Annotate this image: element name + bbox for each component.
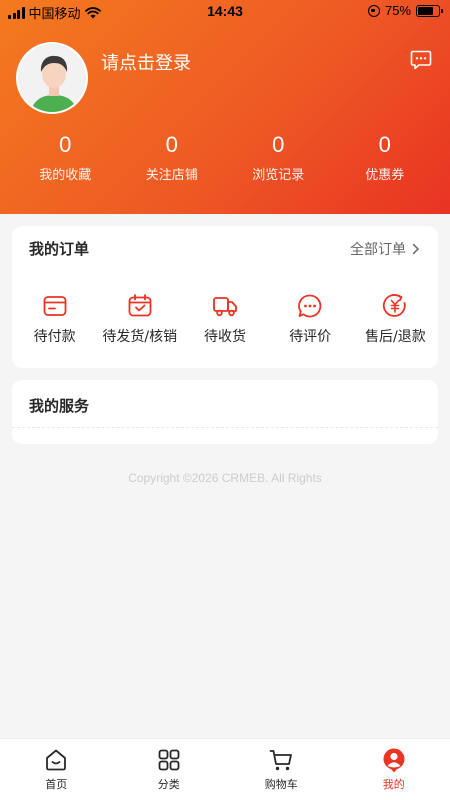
login-prompt[interactable]: 请点击登录 [101,49,191,75]
profile-icon [383,748,405,773]
comment-icon [298,294,322,318]
category-icon [158,749,180,771]
services-title: 我的服务 [29,397,90,415]
status-bar: 中国移动 14:43 75% [0,0,450,24]
order-pending-review[interactable]: 待评价 [268,292,353,346]
stat-browsing-history[interactable]: 0 浏览记录 [225,130,332,183]
tab-category[interactable]: 分类 [113,739,226,800]
all-orders-link[interactable]: 全部订单 [350,239,420,259]
order-label: 待收货 [203,329,246,345]
battery-percent: 75% [384,3,411,18]
tab-profile[interactable]: 我的 [338,739,450,800]
stat-value: 0 [378,132,391,157]
tab-label: 首页 [45,778,68,791]
cart-icon [269,750,293,771]
tab-label: 购物车 [264,778,298,791]
order-label: 待发货/核销 [102,329,178,345]
refund-icon [383,294,407,317]
battery-level [418,6,433,15]
stat-label: 关注店铺 [145,168,198,183]
order-pending-payment[interactable]: 待付款 [12,292,97,346]
services-card: 我的服务 [12,380,438,444]
stat-label: 优惠券 [365,168,405,183]
orders-title: 我的订单 [29,240,90,258]
stat-value: 0 [165,132,178,157]
stat-followed-shops[interactable]: 0 关注店铺 [119,130,226,183]
copyright-text: Copyright ©2026 CRMEB. All Rights [128,471,322,485]
stat-label: 浏览记录 [252,168,305,183]
stats-row: 0 我的收藏 0 关注店铺 0 浏览记录 0 优惠券 [0,130,450,183]
order-pending-receipt[interactable]: 待收货 [182,292,267,346]
tab-label: 我的 [382,778,405,791]
avatar[interactable] [16,42,88,114]
tab-cart[interactable]: 购物车 [225,739,338,800]
tab-label: 分类 [157,778,180,791]
orders-card: 我的订单 全部订单 待付款 待发货/核销 待收货 待评价 售后/退款 [12,226,438,368]
all-orders-label: 全部订单 [350,242,406,258]
orientation-lock-icon [367,4,380,17]
order-label: 售后/退款 [364,329,426,345]
order-label: 待评价 [289,329,332,345]
tab-home[interactable]: 首页 [0,739,113,800]
message-icon[interactable] [409,48,433,72]
stat-coupons[interactable]: 0 优惠券 [332,130,439,183]
order-after-sales[interactable]: 售后/退款 [353,292,438,346]
stat-value: 0 [59,132,72,157]
wallet-icon [43,296,66,316]
tab-bar: 首页 分类 购物车 我的 [0,738,450,800]
chevron-right-icon [412,243,420,255]
order-label: 待付款 [33,329,76,345]
battery-icon [416,4,443,17]
stat-value: 0 [272,132,285,157]
truck-icon [213,297,237,317]
divider [12,427,438,428]
home-icon [46,749,67,771]
stat-label: 我的收藏 [39,168,92,183]
box-check-icon [128,294,152,317]
order-pending-shipment[interactable]: 待发货/核销 [97,292,182,346]
stat-favorites[interactable]: 0 我的收藏 [12,130,119,183]
